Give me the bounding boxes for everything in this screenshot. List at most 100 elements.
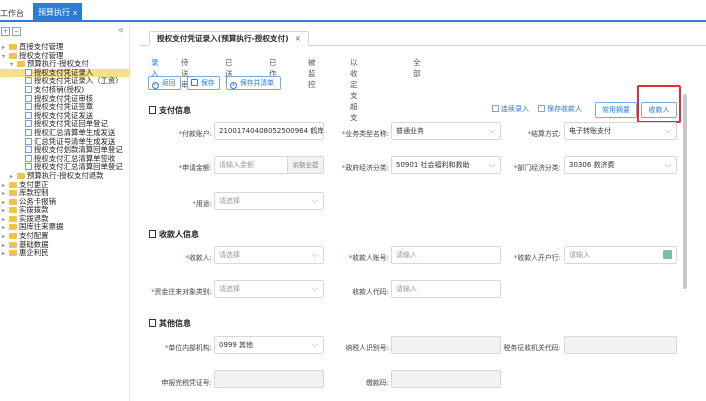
back-icon: ←	[152, 82, 159, 89]
status-tab-all[interactable]: 全部	[413, 57, 421, 79]
chevron-down-icon: ⌵	[664, 126, 671, 135]
tab-budget-execution[interactable]: 预算执行 x	[33, 3, 83, 22]
file-icon	[25, 137, 32, 145]
status-tab-monitored[interactable]: 被监控	[308, 57, 316, 90]
save-button[interactable]: 保存	[187, 76, 220, 90]
folder-icon	[9, 207, 17, 214]
file-icon	[25, 163, 32, 171]
payee-code-input[interactable]: 请输入	[391, 280, 501, 298]
payer-account-label-text: 付款账户:	[182, 130, 212, 138]
amount-input[interactable]: 请输入金额 余额全提	[214, 156, 324, 174]
payee-bank-input[interactable]: 请输入	[564, 246, 677, 264]
payee-bank-label: *收款人开户行:	[513, 254, 561, 262]
file-icon	[25, 103, 32, 111]
folder-icon	[9, 224, 17, 231]
folder-icon	[9, 181, 17, 188]
file-icon	[25, 94, 32, 102]
checkbox-icon	[492, 105, 499, 112]
common-summary-button[interactable]: 常用摘要	[595, 102, 637, 118]
tab-voucher-entry[interactable]: 授权支付凭证录入(预算执行-授权支付) ×	[149, 31, 309, 46]
folder-icon	[9, 44, 17, 50]
folder-icon	[17, 61, 25, 68]
collapse-all-icon[interactable]: −	[12, 27, 21, 36]
file-icon	[25, 68, 32, 76]
purpose-placeholder: 请选择	[219, 197, 240, 205]
scrollbar-thumb[interactable]	[683, 94, 687, 289]
chevron-down-icon: ⌵	[488, 160, 495, 169]
chevron-down-icon: ⌵	[664, 160, 671, 169]
tree-folder-item[interactable]: ▸ 惠企利民	[0, 248, 130, 259]
payee-placeholder: 请选择	[219, 251, 240, 259]
business-type-select[interactable]: 普通业务 ⌵	[391, 122, 501, 140]
scrollbar[interactable]	[682, 72, 688, 401]
payee-select[interactable]: 请选择 ⌵	[214, 246, 324, 264]
folder-icon	[17, 172, 25, 179]
purpose-label: *用途:	[192, 200, 212, 208]
payer-account-field[interactable]: 210017404080525009​64 鹤岸乡	[214, 122, 324, 140]
save-new-button[interactable]: + 保存并清单	[226, 76, 281, 90]
gov-econ-value: 50901 社会福利和救助	[396, 161, 470, 169]
payee-label-text: 收款人:	[189, 254, 212, 262]
internal-org-select[interactable]: 0999 其他 ⌵	[214, 336, 324, 354]
sidebar: + − « ▸ 直接支付管理 ▾ 授权支付管理 ▾ 预算执行-授权支付 授权支付凭证录入 授权…	[0, 24, 130, 401]
save-payee-label: 保存收款人	[547, 105, 582, 113]
chevron-down-icon: ⌵	[311, 340, 318, 349]
payee-code-label: 收款人代码:	[352, 288, 389, 296]
file-icon	[25, 120, 32, 128]
back-label: 返回	[162, 79, 176, 87]
payee-button[interactable]: 收款人	[641, 102, 677, 118]
payee-bank-placeholder: 请输入	[569, 251, 590, 259]
sidebar-toolbar: + − «	[0, 25, 130, 39]
tax-code-label: 缴款码:	[366, 379, 389, 387]
bank-picker-icon[interactable]	[663, 250, 672, 259]
subtab-bar: 授权支付凭证录入(预算执行-授权支付) ×	[139, 28, 706, 46]
save-payee-checkbox[interactable]: 保存收款人	[538, 104, 582, 114]
tab-workbench[interactable]: 工作台	[0, 8, 24, 19]
dept-econ-select[interactable]: 30306 救济费 ⌵	[564, 156, 677, 174]
document-icon	[149, 230, 156, 238]
expand-all-icon[interactable]: +	[1, 27, 10, 36]
main-panel: 授权支付凭证录入(预算执行-授权支付)× 录入 待送审 已送审 已作废 被监控 …	[133, 24, 706, 401]
payer-account-label: *付款账户:	[178, 130, 212, 138]
save-label: 保存	[201, 79, 215, 87]
payee-bank-label-text: 收款人开户行:	[517, 254, 561, 262]
section-other-title: 其他信息	[149, 318, 191, 329]
tab-voucher-entry-label: 授权支付凭证录入(预算执行-授权支付)	[157, 34, 289, 43]
status-tab-overspent[interactable]: 以收定支超支	[350, 57, 358, 123]
fund-type-select[interactable]: 请选择 ⌵	[214, 280, 324, 298]
payee-account-label: *收款人账号:	[348, 254, 389, 262]
section-payee-label: 收款人信息	[159, 230, 199, 239]
back-button[interactable]: ← 返回	[148, 76, 181, 90]
chevron-down-icon: ⌵	[311, 284, 318, 293]
settlement-select[interactable]: 电子转账支付 ⌵	[564, 122, 677, 140]
gov-econ-label: *政府经济分类:	[341, 164, 389, 172]
dept-econ-label: *部门经济分类:	[513, 164, 561, 172]
folder-icon	[9, 215, 17, 222]
folder-icon	[9, 198, 17, 205]
withdraw-all-button[interactable]: 余额全提	[287, 157, 323, 173]
document-icon	[149, 106, 156, 114]
chevron-down-icon: ⌵	[488, 126, 495, 135]
continuous-entry-checkbox[interactable]: 连续录入	[492, 104, 529, 114]
chevron-down-icon: ⌵	[311, 250, 318, 259]
close-icon[interactable]: ×	[295, 34, 301, 43]
business-type-value: 普通业务	[396, 127, 424, 135]
close-icon[interactable]: x	[73, 9, 77, 17]
collapsed-arrow-icon[interactable]: ▸	[2, 250, 9, 259]
section-payment-title: 支付信息	[149, 105, 191, 116]
amount-label: *申请金额:	[178, 164, 212, 172]
settlement-value: 电子转账支付	[569, 127, 611, 135]
folder-icon	[9, 233, 17, 240]
menu-tree: ▸ 直接支付管理 ▾ 授权支付管理 ▾ 预算执行-授权支付 授权支付凭证录入 授权支付凭证录入…	[0, 42, 130, 259]
purpose-label-text: 用途:	[195, 200, 212, 208]
folder-icon	[9, 241, 17, 248]
purpose-select[interactable]: 请选择 ⌵	[214, 192, 324, 210]
folder-icon	[9, 190, 17, 197]
folder-icon	[9, 250, 17, 257]
payee-account-input[interactable]: 请输入	[391, 246, 501, 264]
collapse-sidebar-icon[interactable]: «	[118, 25, 124, 36]
dept-econ-label-text: 部门经济分类:	[517, 164, 561, 172]
tax-authority-field	[564, 336, 677, 354]
business-type-label: *业务类型名称:	[341, 130, 389, 138]
gov-econ-select[interactable]: 50901 社会福利和救助 ⌵	[391, 156, 501, 174]
